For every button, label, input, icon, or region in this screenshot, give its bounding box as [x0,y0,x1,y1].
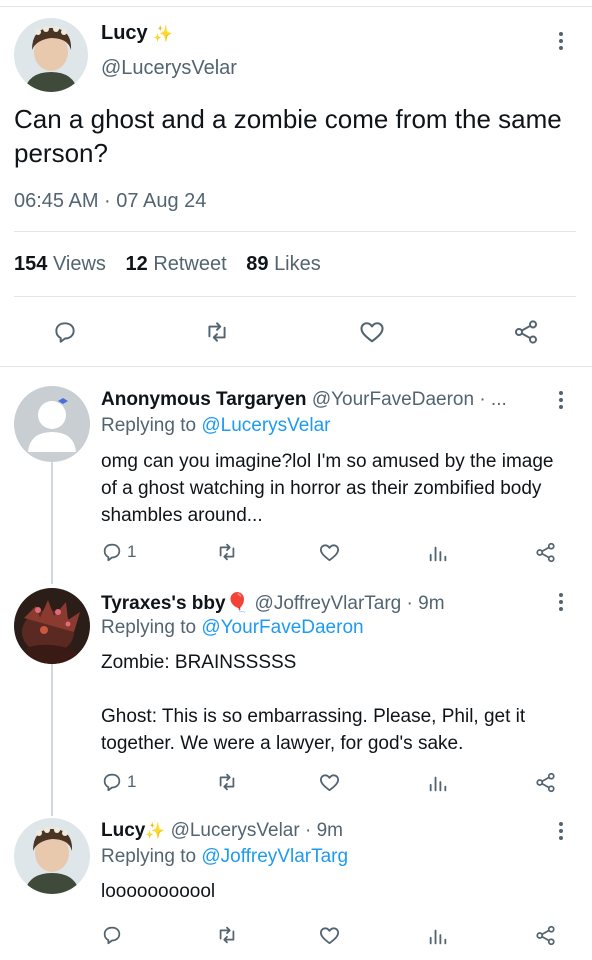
share-icon [512,318,540,346]
balloon-emoji: 🎈 [225,593,250,614]
reply-author-handle[interactable]: @LucerysVelar · 9m [171,820,343,841]
author-name[interactable]: Lucy ✨ [101,22,173,45]
reply-author-line: Lucy✨ @LucerysVelar · 9m [101,820,343,842]
reply-count: 1 [127,542,137,561]
reply-button[interactable]: 1 [101,771,136,793]
like-button[interactable] [318,924,341,947]
views-stat[interactable]: 154 Views [14,253,106,275]
share-icon [534,771,557,794]
reply-count: 1 [127,772,137,791]
reply-icon [101,541,123,563]
likes-stat[interactable]: 89 Likes [246,253,321,275]
analytics-icon [427,925,449,947]
retweet-icon [216,771,238,793]
reply-button[interactable] [101,924,123,946]
like-button[interactable] [318,771,341,794]
replying-to-line: Replying to @YourFaveDaeron [101,617,364,638]
replying-to-link[interactable]: @JoffreyVlarTarg [201,846,348,867]
views-button[interactable] [427,925,449,947]
reply-author-handle[interactable]: @JoffreyVlarTarg · 9m [255,593,445,614]
retweet-icon [203,319,231,345]
reply-button[interactable]: 1 [101,541,136,563]
share-icon [534,924,557,947]
thread-line [51,462,53,584]
analytics-icon [427,542,449,564]
retweet-icon [216,924,238,946]
reply-text: Ghost: This is so embarrassing. Please, … [101,706,526,754]
tweet-stats: 154 Views 12 Retweet 89 Likes [14,253,321,276]
reply-author-line: Tyraxes's bby🎈 @JoffreyVlarTarg · 9m [101,591,445,615]
share-button[interactable] [512,318,540,346]
more-options-icon[interactable] [556,30,566,52]
retweet-button[interactable] [216,924,238,946]
top-divider [0,6,592,7]
reply-author-name[interactable]: Lucy✨ [101,820,165,841]
heart-icon [318,924,341,947]
reply-author-handle[interactable]: @YourFaveDaeron · ... [312,389,507,410]
reply-author-line: Anonymous Targaryen @YourFaveDaeron · ..… [101,389,507,411]
more-options-icon[interactable] [556,820,566,842]
avatar-dragon[interactable] [14,588,90,664]
share-button[interactable] [534,771,557,794]
reply-icon [101,771,123,793]
tweet-text: Can a ghost and a zombie come from the s… [14,104,562,168]
reply-text: looooooooool [101,881,216,902]
replying-to-line: Replying to @JoffreyVlarTarg [101,846,349,867]
divider [14,231,576,232]
heart-icon [318,541,341,564]
views-button[interactable] [427,542,449,564]
replying-to-link[interactable]: @YourFaveDaeron [201,617,363,638]
reply-icon [52,319,78,345]
reply-text: Zombie: BRAINSSSSS [101,652,297,673]
divider [14,296,576,297]
share-button[interactable] [534,924,557,947]
avatar[interactable] [14,18,88,92]
analytics-icon [427,772,449,794]
replying-to-line: Replying to @LucerysVelar [101,415,331,436]
retweet-button[interactable] [216,771,238,793]
reply-text: omg can you imagine?lol I'm so amused by… [101,451,554,526]
retweet-icon [216,541,238,563]
retweet-button[interactable] [203,319,231,345]
replying-to-link[interactable]: @LucerysVelar [201,415,330,436]
views-button[interactable] [427,772,449,794]
heart-icon [358,318,386,346]
author-handle[interactable]: @LucerysVelar [101,57,237,80]
more-options-icon[interactable] [556,389,566,411]
share-button[interactable] [534,541,557,564]
tweet-timestamp: 06:45 AM · 07 Aug 24 [14,190,207,212]
like-button[interactable] [318,541,341,564]
retweet-button[interactable] [216,541,238,563]
sparkles-emoji: ✨ [145,823,166,840]
reply-author-name[interactable]: Anonymous Targaryen [101,389,307,410]
divider [0,366,592,367]
like-button[interactable] [358,318,386,346]
reply-icon [101,924,123,946]
more-options-icon[interactable] [556,591,566,613]
avatar[interactable] [14,818,90,894]
reply-author-name[interactable]: Tyraxes's bby🎈 [101,593,249,614]
retweets-stat[interactable]: 12 Retweet [126,253,227,275]
reply-button[interactable] [52,319,78,345]
heart-icon [318,771,341,794]
thread-line [51,664,53,816]
sparkles-emoji: ✨ [153,26,174,43]
share-icon [534,541,557,564]
avatar-default[interactable] [14,386,90,462]
